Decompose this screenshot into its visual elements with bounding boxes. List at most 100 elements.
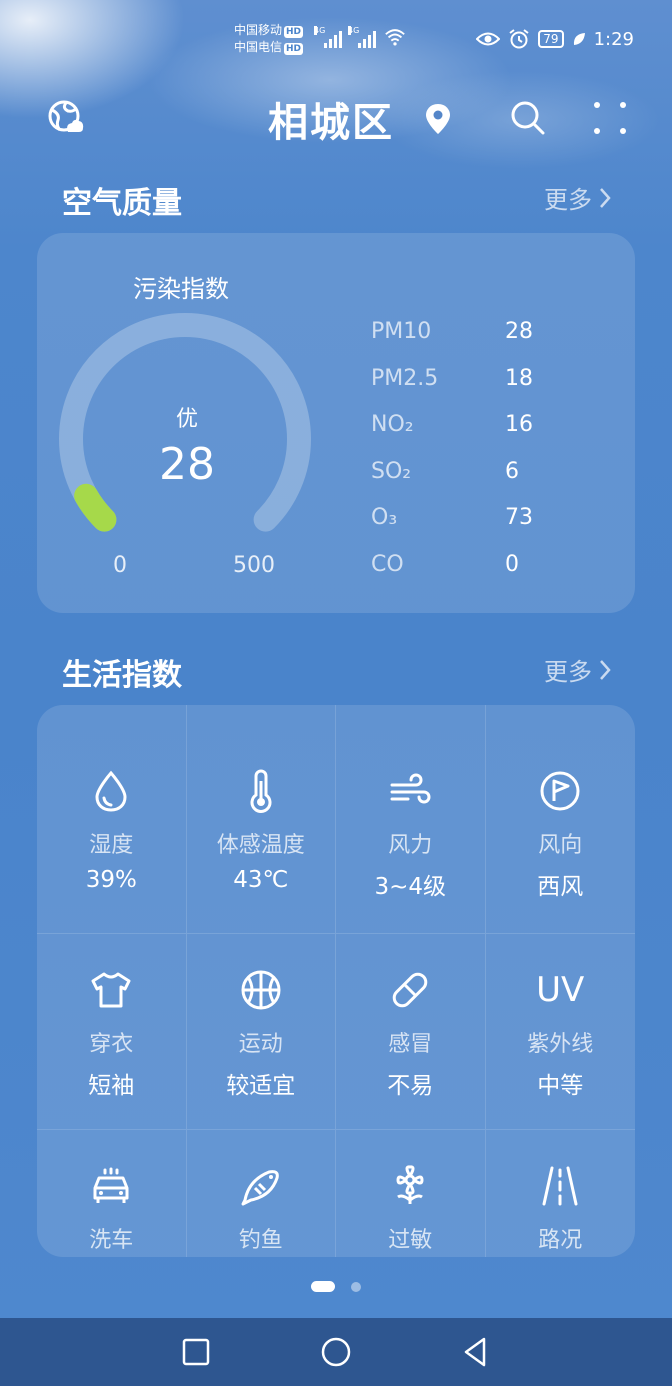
pollutant-row: NO₂ 16 bbox=[371, 412, 533, 459]
city-manage-globe-icon[interactable] bbox=[46, 98, 86, 138]
life-item-traffic[interactable]: 路况 bbox=[486, 1130, 636, 1257]
pollutant-name: SO₂ bbox=[371, 458, 412, 484]
signal-icon: 4G bbox=[348, 26, 376, 48]
life-item-value: 短袖 bbox=[88, 1073, 135, 1099]
chevron-right-icon bbox=[600, 187, 611, 208]
clock: 1:29 bbox=[593, 28, 634, 50]
pollutant-value: 73 bbox=[505, 505, 533, 531]
life-item-car-wash[interactable]: 洗车 bbox=[37, 1130, 187, 1257]
life-item-feels-like[interactable]: 体感温度 43℃ bbox=[186, 705, 336, 934]
back-icon[interactable] bbox=[460, 1336, 492, 1368]
life-item-wind-direction[interactable]: 风向 西风 bbox=[485, 705, 635, 934]
droplet-icon bbox=[95, 770, 127, 812]
tshirt-icon bbox=[91, 972, 131, 1008]
pollutant-value: 16 bbox=[505, 412, 533, 438]
life-item-wind-force[interactable]: 风力 3~4级 bbox=[336, 705, 486, 934]
life-item-label: 风向 bbox=[538, 833, 583, 858]
life-index-title: 生活指数 bbox=[62, 658, 182, 693]
recent-apps-icon[interactable] bbox=[180, 1336, 212, 1368]
life-item-sports[interactable]: 运动 较适宜 bbox=[186, 934, 336, 1130]
page-dot-active bbox=[311, 1281, 335, 1292]
pollutant-name: O₃ bbox=[371, 505, 398, 531]
life-index-grid: 湿度 39% 体感温度 43℃ 风力 3~4级 风向 西风 穿衣 短袖 运动 较… bbox=[37, 705, 635, 1257]
life-item-label: 过敏 bbox=[388, 1228, 433, 1253]
life-index-more-link[interactable]: 更多 bbox=[544, 652, 612, 687]
carrier-info: 中国移动 HD 中国电信 HD bbox=[234, 22, 304, 56]
chevron-right-icon bbox=[600, 659, 611, 680]
location-pin-icon bbox=[426, 104, 450, 134]
life-item-label: 感冒 bbox=[388, 1032, 433, 1057]
gauge-max-label: 500 bbox=[233, 553, 275, 578]
pollutant-name: CO bbox=[371, 551, 404, 577]
life-item-label: 洗车 bbox=[89, 1228, 134, 1253]
app-header: 相城区 bbox=[0, 90, 672, 150]
pollutant-row: O₃ 73 bbox=[371, 505, 533, 552]
air-quality-title: 空气质量 bbox=[62, 186, 182, 221]
life-item-label: 钓鱼 bbox=[238, 1228, 283, 1253]
pollutant-value: 28 bbox=[505, 319, 533, 344]
life-item-value: 较适宜 bbox=[226, 1073, 296, 1099]
pollution-index-label: 污染指数 bbox=[133, 275, 229, 303]
air-quality-more-link[interactable]: 更多 bbox=[544, 180, 612, 215]
air-quality-card[interactable]: 污染指数 优 28 0 500 PM10 28 PM2.5 18 NO₂ 16 SO₂… bbox=[37, 233, 635, 613]
aqi-value: 28 bbox=[159, 439, 215, 490]
life-item-value: 3~4级 bbox=[374, 874, 447, 900]
city-title[interactable]: 相城区 bbox=[268, 90, 394, 148]
pollutant-name: PM2.5 bbox=[371, 365, 439, 391]
home-icon[interactable] bbox=[320, 1336, 352, 1368]
page-indicator bbox=[311, 1281, 361, 1292]
life-item-label: 紫外线 bbox=[527, 1032, 594, 1057]
wind-direction-flag-icon bbox=[540, 771, 580, 811]
pollutant-name: NO₂ bbox=[371, 412, 414, 438]
life-item-value: 西风 bbox=[537, 874, 584, 900]
wind-icon bbox=[390, 773, 431, 804]
life-item-label: 湿度 bbox=[89, 833, 134, 858]
fish-icon bbox=[241, 1170, 279, 1206]
page-dot bbox=[351, 1281, 361, 1292]
pollutant-value: 18 bbox=[505, 365, 533, 391]
life-item-clothing[interactable]: 穿衣 短袖 bbox=[37, 934, 187, 1130]
life-item-label: 风力 bbox=[388, 833, 433, 858]
wifi-icon bbox=[385, 29, 405, 46]
life-item-uv[interactable]: UV 紫外线 中等 bbox=[485, 934, 635, 1130]
gauge-min-label: 0 bbox=[113, 553, 127, 578]
pollutant-row: PM2.5 18 bbox=[371, 366, 533, 413]
road-icon bbox=[542, 1166, 578, 1206]
life-item-allergy[interactable]: 过敏 bbox=[336, 1130, 486, 1257]
status-right: 79 1:29 bbox=[476, 28, 634, 50]
life-item-label: 体感温度 bbox=[216, 833, 305, 858]
aqi-level: 优 bbox=[175, 407, 198, 432]
hd-badge: HD bbox=[284, 43, 304, 55]
life-item-label: 运动 bbox=[238, 1032, 283, 1057]
pollutant-row: PM10 28 bbox=[371, 319, 533, 366]
pollutant-row: CO 0 bbox=[371, 552, 533, 599]
life-item-value: 中等 bbox=[537, 1073, 584, 1099]
life-item-label: 路况 bbox=[538, 1228, 583, 1253]
life-item-value: 39% bbox=[85, 867, 137, 893]
pill-icon bbox=[392, 972, 428, 1008]
more-label: 更多 bbox=[544, 186, 592, 214]
pollutant-value: 0 bbox=[505, 551, 519, 577]
signal-icon: 4G bbox=[314, 26, 342, 48]
carrier-2: 中国电信 bbox=[234, 40, 283, 54]
life-item-humidity[interactable]: 湿度 39% bbox=[37, 705, 187, 934]
alarm-icon bbox=[509, 29, 529, 49]
flower-icon bbox=[396, 1165, 424, 1204]
battery-indicator: 79 bbox=[538, 30, 564, 48]
aqi-gauge bbox=[59, 313, 311, 532]
life-item-value: 43℃ bbox=[233, 867, 289, 893]
search-icon[interactable] bbox=[510, 100, 546, 136]
life-item-label: 穿衣 bbox=[89, 1032, 134, 1057]
leaf-icon bbox=[573, 33, 585, 45]
network-type: 4G bbox=[348, 26, 360, 35]
life-item-fishing[interactable]: 钓鱼 bbox=[187, 1130, 336, 1257]
thermometer-icon bbox=[250, 769, 272, 813]
life-item-value: 不易 bbox=[387, 1073, 434, 1099]
more-label: 更多 bbox=[544, 658, 592, 686]
life-item-cold[interactable]: 感冒 不易 bbox=[336, 934, 486, 1130]
more-menu-icon[interactable] bbox=[592, 100, 628, 136]
network-type: 4G bbox=[314, 26, 326, 35]
pollutant-list: PM10 28 PM2.5 18 NO₂ 16 SO₂ 6 O₃ 73 CO 0 bbox=[371, 319, 533, 599]
pollutant-row: SO₂ 6 bbox=[371, 459, 533, 506]
eye-icon bbox=[476, 32, 501, 46]
